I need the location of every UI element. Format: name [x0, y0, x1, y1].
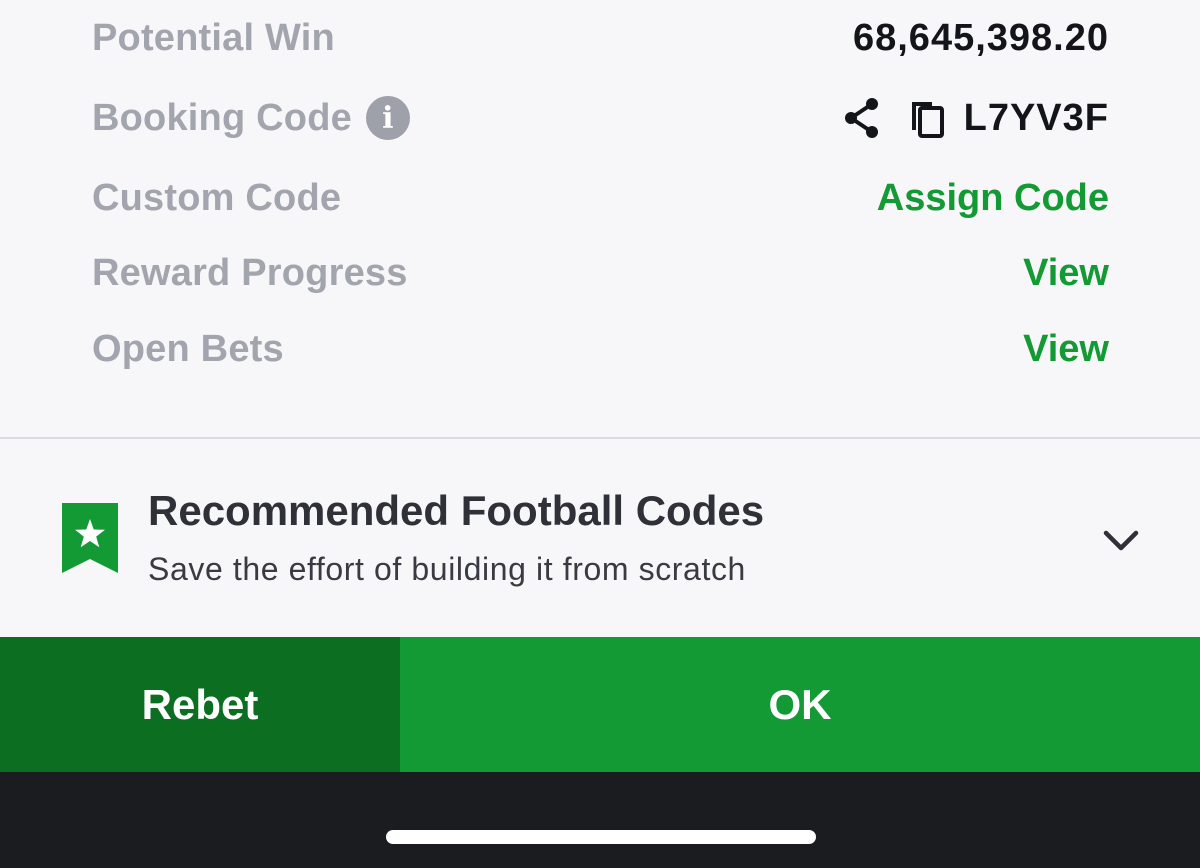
custom-code-row: Custom Code Assign Code — [92, 168, 1109, 228]
reward-progress-view-link[interactable]: View — [1023, 252, 1109, 295]
booking-code-row: Booking Code i L7YV3F — [92, 88, 1109, 148]
reward-progress-label: Reward Progress — [92, 251, 408, 294]
custom-code-label: Custom Code — [92, 176, 342, 219]
action-bar: Rebet OK — [0, 637, 1200, 772]
chevron-down-icon[interactable] — [1100, 519, 1142, 561]
recommended-codes-subtitle: Save the effort of building it from scra… — [148, 551, 746, 587]
booking-code-label: Booking Code — [92, 96, 352, 139]
rebet-button[interactable]: Rebet — [0, 637, 400, 772]
system-bottom-bar — [0, 772, 1200, 868]
info-icon[interactable]: i — [365, 96, 410, 140]
bookmark-star-icon — [62, 503, 118, 573]
bet-confirmation-screen: Potential Win 68,645,398.20 Booking Code… — [0, 0, 1200, 868]
share-icon[interactable] — [840, 96, 884, 140]
ok-button[interactable]: OK — [400, 637, 1200, 772]
potential-win-value: 68,645,398.20 — [852, 16, 1109, 59]
open-bets-view-link[interactable]: View — [1023, 328, 1109, 371]
booking-code-value[interactable]: L7YV3F — [964, 97, 1109, 140]
recommended-codes-panel[interactable]: Recommended Football Codes Save the effo… — [0, 439, 1200, 637]
booking-code-actions: L7YV3F — [840, 96, 1109, 140]
open-bets-row: Open Bets View — [92, 319, 1109, 379]
bet-summary: Potential Win 68,645,398.20 Booking Code… — [0, 0, 1200, 437]
potential-win-label: Potential Win — [92, 16, 335, 59]
open-bets-label: Open Bets — [92, 327, 284, 370]
recommended-codes-title: Recommended Football Codes — [148, 487, 765, 534]
assign-code-link[interactable]: Assign Code — [877, 177, 1109, 220]
potential-win-row: Potential Win 68,645,398.20 — [92, 8, 1109, 68]
reward-progress-row: Reward Progress View — [92, 243, 1109, 303]
booking-code-label-group: Booking Code i — [92, 96, 410, 140]
copy-icon[interactable] — [906, 96, 950, 140]
home-indicator[interactable] — [386, 830, 816, 844]
